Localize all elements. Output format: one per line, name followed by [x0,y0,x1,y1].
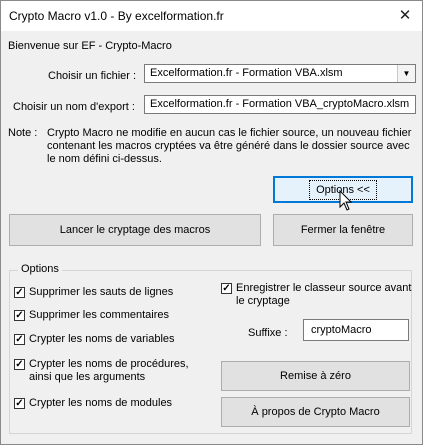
checkbox-encrypt-modules[interactable]: ✓ Crypter les noms de modules [14,397,172,410]
file-select-value: Excelformation.fr - Formation VBA.xlsm [150,67,343,79]
file-select[interactable]: Excelformation.fr - Formation VBA.xlsm ▼ [144,64,416,83]
checkbox-label: Crypter les noms de modules [29,397,173,409]
suffix-label: Suffixe : [248,327,288,339]
suffix-input-value: cryptoMacro [311,324,372,336]
mouse-pointer-icon [339,190,353,211]
export-name-input[interactable]: Excelformation.fr - Formation VBA_crypto… [144,95,416,114]
title-bar: Crypto Macro v1.0 - By excelformation.fr… [1,1,422,31]
checkbox-box[interactable]: ✓ [14,398,25,409]
note-line: le nom défini ci-dessus. [47,153,162,165]
note-line: Crypto Macro ne modifie en aucun cas le … [47,127,412,139]
checkbox-box[interactable]: ✓ [14,310,25,321]
welcome-text: Bienvenue sur EF - Crypto-Macro [8,40,172,52]
note-line: contenant les macros cryptées va être gé… [47,140,410,152]
checkbox-label: Supprimer les sauts de lignes [29,286,174,298]
checkbox-box[interactable]: ✓ [221,283,232,294]
checkbox-remove-line-breaks[interactable]: ✓ Supprimer les sauts de lignes [14,286,173,299]
close-icon[interactable]: ✕ [388,1,422,31]
checkbox-box[interactable]: ✓ [14,287,25,298]
checkbox-save-source[interactable]: ✓ Enregistrer le classeur source avant l… [221,282,411,308]
export-name-value: Excelformation.fr - Formation VBA_crypto… [150,98,410,110]
chevron-down-icon[interactable]: ▼ [397,65,415,82]
checkbox-encrypt-procedures[interactable]: ✓ Crypter les noms de procédures, ainsi … [14,358,189,384]
suffix-input[interactable]: cryptoMacro [303,319,409,341]
options-group-title: Options [18,263,62,275]
close-window-button[interactable]: Fermer la fenêtre [273,214,413,246]
run-encryption-button[interactable]: Lancer le cryptage des macros [9,214,261,246]
checkbox-label: Enregistrer le classeur source avant le … [236,282,411,308]
file-label: Choisir un fichier : [48,70,137,82]
reset-button[interactable]: Remise à zéro [221,361,410,391]
checkbox-label-line: Crypter les noms de procédures, [29,358,189,370]
note-text: Crypto Macro ne modifie en aucun cas le … [47,127,411,166]
checkbox-box[interactable]: ✓ [14,334,25,345]
checkbox-label: Crypter les noms de procédures, ainsi qu… [29,358,189,384]
window-title: Crypto Macro v1.0 - By excelformation.fr [9,9,224,23]
checkbox-label-line: le cryptage [236,295,290,307]
export-label: Choisir un nom d'export : [13,101,135,113]
checkbox-encrypt-variables[interactable]: ✓ Crypter les noms de variables [14,333,175,346]
note-label: Note : [8,127,38,139]
checkbox-label-line: Enregistrer le classeur source avant [236,282,412,294]
checkbox-label: Crypter les noms de variables [29,333,175,345]
checkbox-remove-comments[interactable]: ✓ Supprimer les commentaires [14,309,169,322]
checkbox-label-line: ainsi que les arguments [29,371,146,383]
checkbox-box[interactable]: ✓ [14,359,25,370]
about-button[interactable]: À propos de Crypto Macro [221,397,410,427]
checkbox-label: Supprimer les commentaires [29,309,169,321]
